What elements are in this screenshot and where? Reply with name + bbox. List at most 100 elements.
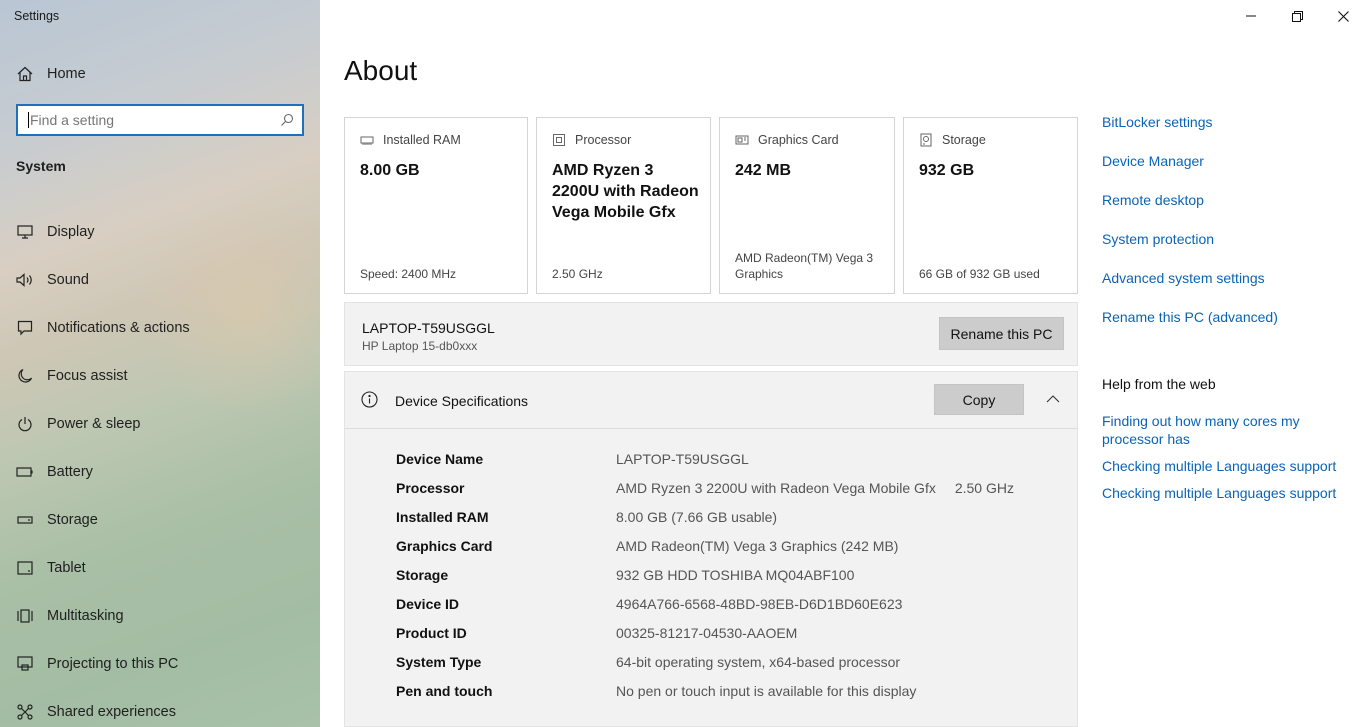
text-cursor bbox=[28, 112, 29, 128]
search-icon[interactable] bbox=[280, 113, 294, 127]
help-link-languages[interactable]: Checking multiple Languages support bbox=[1102, 457, 1352, 475]
search-input[interactable]: Find a setting bbox=[30, 112, 280, 128]
share-icon bbox=[16, 703, 34, 721]
spec-key: Graphics Card bbox=[396, 538, 493, 554]
help-from-web-title: Help from the web bbox=[1102, 376, 1216, 392]
page-title: About bbox=[344, 55, 418, 86]
sidebar-item-label: Multitasking bbox=[47, 608, 124, 624]
sidebar-item-label: Storage bbox=[47, 512, 98, 528]
spec-rows: Device Name LAPTOP-T59USGGL Processor AM… bbox=[396, 451, 1014, 712]
restore-icon bbox=[1291, 10, 1303, 22]
home-nav-item[interactable]: Home bbox=[16, 62, 86, 86]
system-protection-link[interactable]: System protection bbox=[1102, 231, 1352, 270]
card-label: Storage bbox=[942, 133, 986, 147]
card-label: Processor bbox=[575, 133, 632, 147]
help-links: Finding out how many cores my processor … bbox=[1102, 412, 1352, 511]
sidebar-item-focus-assist[interactable]: Focus assist bbox=[16, 352, 316, 400]
sidebar-item-label: Focus assist bbox=[47, 368, 128, 384]
sidebar-item-power-sleep[interactable]: Power & sleep bbox=[16, 400, 316, 448]
minimize-button[interactable] bbox=[1228, 0, 1274, 32]
sidebar-item-storage[interactable]: Storage bbox=[16, 496, 316, 544]
spec-key: Device ID bbox=[396, 596, 460, 612]
close-icon bbox=[1337, 10, 1349, 22]
sidebar-item-sound[interactable]: Sound bbox=[16, 256, 316, 304]
sidebar-item-battery[interactable]: Battery bbox=[16, 448, 316, 496]
spec-row-storage: Storage 932 GB HDD TOSHIBA MQ04ABF100 bbox=[396, 567, 1014, 596]
spec-value: 932 GB HDD TOSHIBA MQ04ABF100 bbox=[616, 567, 855, 583]
sidebar-item-shared-experiences[interactable]: Shared experiences bbox=[16, 688, 316, 727]
card-footer: 2.50 GHz bbox=[552, 267, 603, 281]
card-footer: Speed: 2400 MHz bbox=[360, 267, 457, 281]
spec-row-processor: Processor AMD Ryzen 3 2200U with Radeon … bbox=[396, 480, 1014, 509]
spec-key: System Type bbox=[396, 654, 482, 670]
sidebar-item-label: Tablet bbox=[47, 560, 86, 576]
storage-icon bbox=[920, 133, 932, 147]
spec-value: LAPTOP-T59USGGL bbox=[616, 451, 749, 467]
spec-value-extra: 2.50 GHz bbox=[954, 480, 1014, 496]
speaker-icon bbox=[16, 271, 34, 289]
spec-row-product-id: Product ID 00325-81217-04530-AAOEM bbox=[396, 625, 1014, 654]
spec-row-device-id: Device ID 4964A766-6568-48BD-98EB-D6D1BD… bbox=[396, 596, 1014, 625]
sidebar-item-notifications[interactable]: Notifications & actions bbox=[16, 304, 316, 352]
card-label: Installed RAM bbox=[383, 133, 461, 147]
home-icon bbox=[17, 66, 33, 82]
card-value: AMD Ryzen 3 2200U with Radeon Vega Mobil… bbox=[552, 162, 699, 221]
device-manager-link[interactable]: Device Manager bbox=[1102, 153, 1352, 192]
sidebar-item-projecting[interactable]: Projecting to this PC bbox=[16, 640, 316, 688]
card-processor: Processor AMD Ryzen 3 2200U with Radeon … bbox=[536, 117, 711, 294]
sidebar-item-display[interactable]: Display bbox=[16, 208, 316, 256]
card-value: 242 MB bbox=[735, 162, 792, 179]
power-icon bbox=[16, 415, 34, 433]
sidebar-item-label: Power & sleep bbox=[47, 416, 141, 432]
sidebar-item-label: Projecting to this PC bbox=[47, 656, 179, 672]
remote-desktop-link[interactable]: Remote desktop bbox=[1102, 192, 1352, 231]
project-icon bbox=[16, 655, 34, 673]
info-icon bbox=[361, 391, 378, 408]
copy-button[interactable]: Copy bbox=[934, 384, 1024, 415]
rename-pc-advanced-link[interactable]: Rename this PC (advanced) bbox=[1102, 309, 1352, 348]
help-link-cores[interactable]: Finding out how many cores my processor … bbox=[1102, 412, 1352, 448]
sidebar-item-tablet[interactable]: Tablet bbox=[16, 544, 316, 592]
moon-icon bbox=[16, 367, 34, 385]
spec-value: 4964A766-6568-48BD-98EB-D6D1BD60E623 bbox=[616, 596, 903, 612]
card-installed-ram: Installed RAM 8.00 GB Speed: 2400 MHz bbox=[344, 117, 528, 294]
spec-key: Processor bbox=[396, 480, 465, 496]
spec-value: 64-bit operating system, x64-based proce… bbox=[616, 654, 901, 670]
graphics-card-icon bbox=[735, 135, 749, 145]
spec-row-pen-touch: Pen and touch No pen or touch input is a… bbox=[396, 683, 1014, 712]
spec-value: No pen or touch input is available for t… bbox=[616, 683, 917, 699]
section-label-system: System bbox=[16, 158, 66, 174]
chevron-up-icon[interactable] bbox=[1045, 391, 1061, 407]
card-label: Graphics Card bbox=[758, 133, 839, 147]
spec-row-system-type: System Type 64-bit operating system, x64… bbox=[396, 654, 1014, 683]
battery-icon bbox=[16, 463, 34, 481]
search-box[interactable]: Find a setting bbox=[16, 104, 304, 136]
processor-icon bbox=[553, 134, 565, 146]
display-icon bbox=[16, 223, 34, 241]
device-specifications-header[interactable]: Device Specifications Copy bbox=[345, 372, 1077, 429]
related-settings-links: BitLocker settings Device Manager Remote… bbox=[1102, 114, 1352, 348]
advanced-system-settings-link[interactable]: Advanced system settings bbox=[1102, 270, 1352, 309]
pc-name: LAPTOP-T59USGGL bbox=[362, 320, 495, 336]
message-icon bbox=[16, 319, 34, 337]
tablet-icon bbox=[16, 559, 34, 577]
device-specifications-panel: Device Specifications Copy Device Name L… bbox=[344, 371, 1078, 727]
sidebar: Settings Home Find a setting System Disp… bbox=[0, 0, 320, 727]
spec-row-device-name: Device Name LAPTOP-T59USGGL bbox=[396, 451, 1014, 480]
pc-name-panel: LAPTOP-T59USGGL HP Laptop 15-db0xxx Rena… bbox=[344, 302, 1078, 366]
sidebar-item-label: Battery bbox=[47, 464, 93, 480]
spec-key: Pen and touch bbox=[396, 683, 493, 699]
spec-row-installed-ram: Installed RAM 8.00 GB (7.66 GB usable) bbox=[396, 509, 1014, 538]
bitlocker-settings-link[interactable]: BitLocker settings bbox=[1102, 114, 1352, 153]
close-button[interactable] bbox=[1320, 0, 1365, 32]
sidebar-item-multitasking[interactable]: Multitasking bbox=[16, 592, 316, 640]
restore-button[interactable] bbox=[1274, 0, 1320, 32]
ram-icon bbox=[360, 136, 374, 145]
card-value: 932 GB bbox=[919, 162, 975, 179]
rename-pc-button[interactable]: Rename this PC bbox=[939, 317, 1064, 350]
help-link-languages-2[interactable]: Checking multiple Languages support bbox=[1102, 484, 1352, 502]
spec-value: AMD Radeon(TM) Vega 3 Graphics (242 MB) bbox=[616, 538, 899, 554]
spec-key: Device Name bbox=[396, 451, 484, 467]
minimize-icon bbox=[1246, 15, 1256, 17]
card-value: 8.00 GB bbox=[360, 162, 420, 179]
